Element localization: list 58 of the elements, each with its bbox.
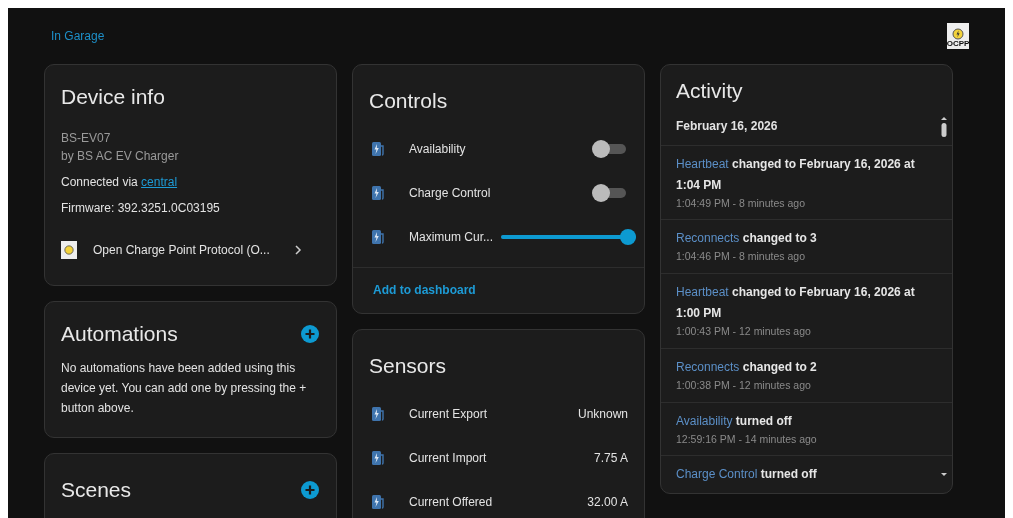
- charger-icon: [371, 184, 385, 201]
- add-icon[interactable]: [300, 479, 320, 500]
- entity-link[interactable]: Charge Control: [676, 467, 758, 482]
- charger-icon: [371, 449, 385, 466]
- activity-message: Heartbeat changed to February 16, 2026 at 1:04 PM: [676, 155, 916, 194]
- manufacturer-text: by BS AC EV Charger: [61, 147, 180, 165]
- charger-icon: [371, 228, 385, 245]
- activity-message: Charge Control turned off: [676, 466, 818, 484]
- slider[interactable]: [501, 228, 636, 245]
- sensor-value: Unknown: [577, 405, 628, 423]
- activity-time: 1:04:46 PM - 8 minutes ago: [676, 249, 806, 265]
- entity-link[interactable]: Heartbeat: [676, 285, 729, 299]
- activity-message: Availability turned off: [676, 412, 793, 430]
- card-title: Activity: [675, 78, 744, 104]
- sensor-value: 32.00 A: [587, 493, 628, 511]
- scrollbar-icon: [941, 117, 947, 137]
- device-model: BS-EV07: [61, 129, 112, 147]
- charger-icon: [371, 140, 385, 157]
- connection-text: Connected via central: [61, 173, 179, 191]
- card-title: Controls: [368, 88, 449, 114]
- activity-date: February 16, 2026: [676, 117, 778, 135]
- entity-link[interactable]: Heartbeat: [676, 156, 729, 171]
- ocpp-icon: [61, 240, 77, 259]
- toggle-switch[interactable]: [592, 139, 628, 158]
- control-label: Maximum Cur...: [409, 228, 493, 246]
- activity-message: Reconnects changed to 3: [676, 230, 818, 248]
- activity-message: Reconnects changed to 2: [676, 358, 818, 376]
- add-icon[interactable]: [300, 323, 320, 344]
- control-label: Availability: [409, 140, 466, 158]
- activity-time: 1:04:49 PM - 8 minutes ago: [676, 195, 806, 211]
- activity-time: 12:59:16 PM - 14 minutes ago: [676, 431, 818, 447]
- slider-thumb[interactable]: [620, 228, 636, 245]
- sensor-value: 7.75 A: [593, 449, 628, 467]
- scroll-down-icon: [941, 473, 947, 477]
- toggle-switch[interactable]: [592, 183, 628, 202]
- integration-row[interactable]: Open Charge Point Protocol (O...: [61, 240, 320, 259]
- sensor-label: Current Offered: [409, 493, 493, 511]
- breadcrumb-link[interactable]: In Garage: [51, 27, 105, 45]
- activity-time: 1:00:43 PM - 12 minutes ago: [676, 324, 812, 339]
- firmware-text: Firmware: 392.3251.0C03195: [61, 199, 221, 217]
- sensor-label: Current Import: [409, 449, 487, 467]
- connection-link[interactable]: central: [141, 174, 178, 189]
- card-title: Automations: [61, 321, 178, 347]
- card-title: Sensors: [368, 353, 448, 379]
- charger-icon: [371, 405, 385, 422]
- charger-icon: [371, 493, 385, 510]
- sensor-label: Current Export: [409, 405, 488, 423]
- entity-link[interactable]: Availability: [676, 413, 733, 428]
- automations-empty-text: No automations have been added using this device yet. You can add one by pressing the + button above.: [61, 359, 308, 417]
- entity-link[interactable]: Reconnects: [676, 359, 740, 374]
- ocpp-logo: OCPP: [947, 23, 969, 49]
- add-to-dashboard-link[interactable]: Add to dashboard: [373, 282, 476, 297]
- entity-link[interactable]: Reconnects: [676, 231, 740, 246]
- activity-message: Heartbeat changed to February 16, 2026 at 1:00 PM: [676, 284, 916, 322]
- card-title: Device info: [61, 84, 166, 110]
- card-title: Scenes: [61, 477, 132, 503]
- activity-time: 1:00:38 PM - 12 minutes ago: [676, 377, 812, 393]
- control-label: Charge Control: [409, 184, 491, 202]
